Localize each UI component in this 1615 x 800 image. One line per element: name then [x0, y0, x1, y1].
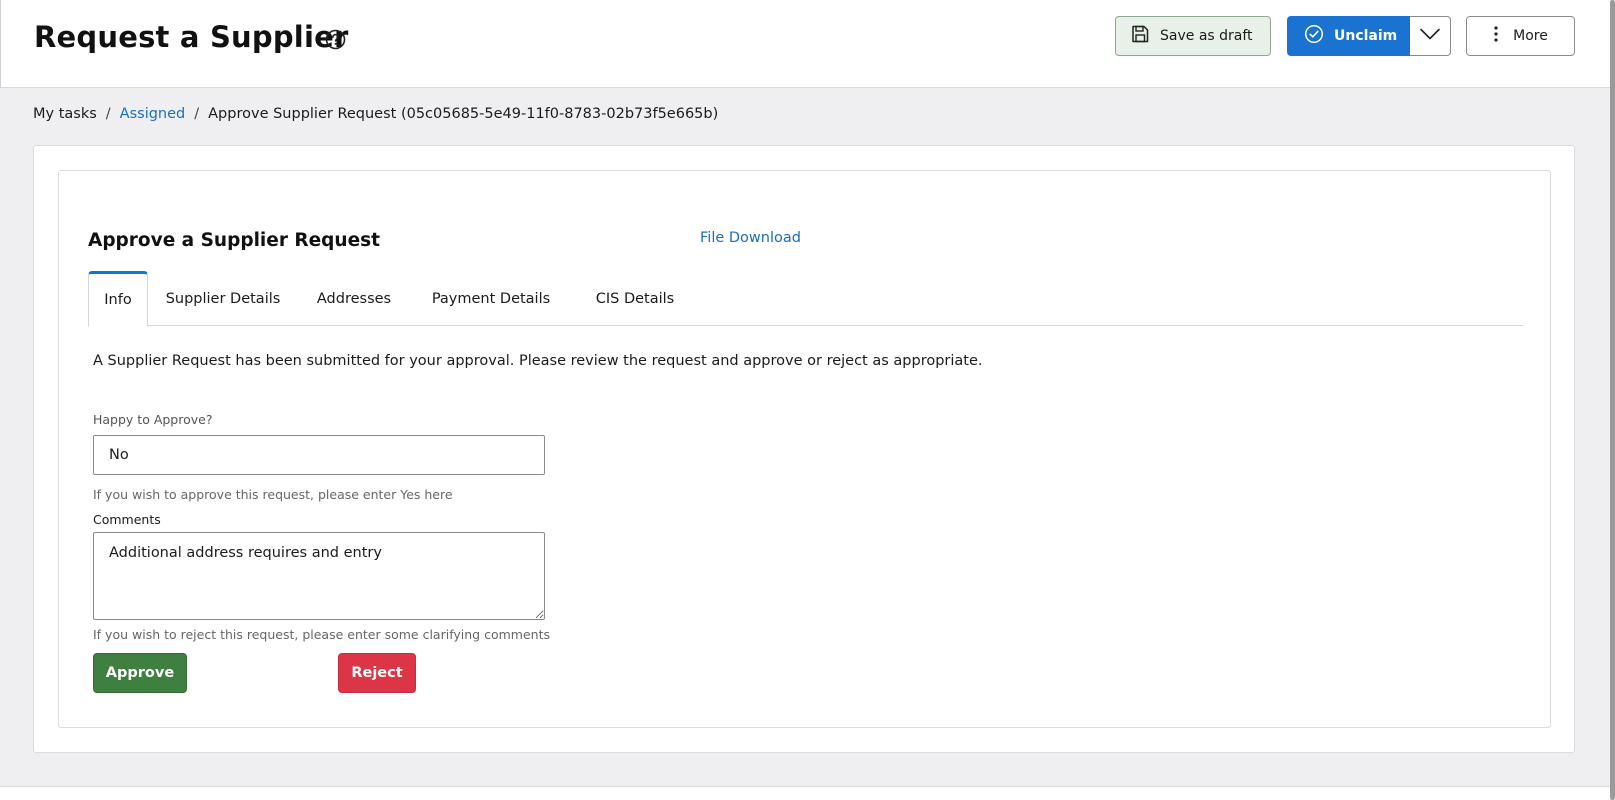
page-header: Request a Supplier Save as draft Unclaim: [0, 0, 1610, 88]
happy-to-approve-hint: If you wish to approve this request, ple…: [93, 487, 453, 502]
unclaim-label: Unclaim: [1334, 28, 1398, 44]
chevron-down-icon: [1419, 27, 1441, 45]
tab-payment-details[interactable]: Payment Details: [410, 271, 572, 326]
form-title: Approve a Supplier Request: [88, 230, 380, 251]
more-button[interactable]: More: [1466, 16, 1575, 56]
breadcrumb-assigned-link[interactable]: Assigned: [120, 106, 186, 122]
vertical-dots-icon: [1493, 25, 1499, 47]
save-as-draft-button[interactable]: Save as draft: [1115, 16, 1271, 56]
save-as-draft-label: Save as draft: [1160, 28, 1253, 44]
task-card: Approve a Supplier Request File Download…: [33, 145, 1575, 753]
scrollbar-thumb[interactable]: [1610, 0, 1615, 800]
unclaim-button[interactable]: Unclaim: [1287, 16, 1410, 56]
check-circle-icon: [1304, 24, 1324, 48]
reject-button[interactable]: Reject: [338, 653, 416, 693]
approve-button[interactable]: Approve: [93, 653, 187, 693]
tab-supplier-details[interactable]: Supplier Details: [148, 271, 298, 326]
tab-info[interactable]: Info: [88, 271, 148, 327]
floppy-disk-icon: [1130, 24, 1150, 48]
happy-to-approve-input[interactable]: [93, 435, 545, 475]
breadcrumb-current: Approve Supplier Request (05c05685-5e49-…: [208, 106, 719, 122]
tab-cis-details[interactable]: CIS Details: [572, 271, 698, 326]
unclaim-options-toggle[interactable]: [1410, 16, 1451, 56]
comments-hint: If you wish to reject this request, plea…: [93, 627, 550, 642]
breadcrumb-separator: /: [105, 106, 111, 122]
breadcrumb-separator: /: [194, 106, 200, 122]
breadcrumb-my-tasks[interactable]: My tasks: [33, 106, 97, 122]
comments-textarea[interactable]: Additional address requires and entry: [93, 532, 545, 620]
tab-addresses[interactable]: Addresses: [298, 271, 410, 326]
more-label: More: [1513, 28, 1548, 44]
info-text: A Supplier Request has been submitted fo…: [93, 353, 983, 369]
breadcrumb: My tasks / Assigned / Approve Supplier R…: [33, 106, 718, 122]
comments-label: Comments: [93, 512, 161, 527]
form-panel: Approve a Supplier Request File Download…: [58, 170, 1551, 728]
file-download-link[interactable]: File Download: [700, 230, 801, 246]
footer-strip: [0, 786, 1610, 800]
happy-to-approve-label: Happy to Approve?: [93, 412, 213, 427]
question-circle-icon[interactable]: [325, 29, 346, 50]
tab-bar: Info Supplier Details Addresses Payment …: [88, 271, 1523, 327]
page-title: Request a Supplier: [34, 20, 349, 54]
